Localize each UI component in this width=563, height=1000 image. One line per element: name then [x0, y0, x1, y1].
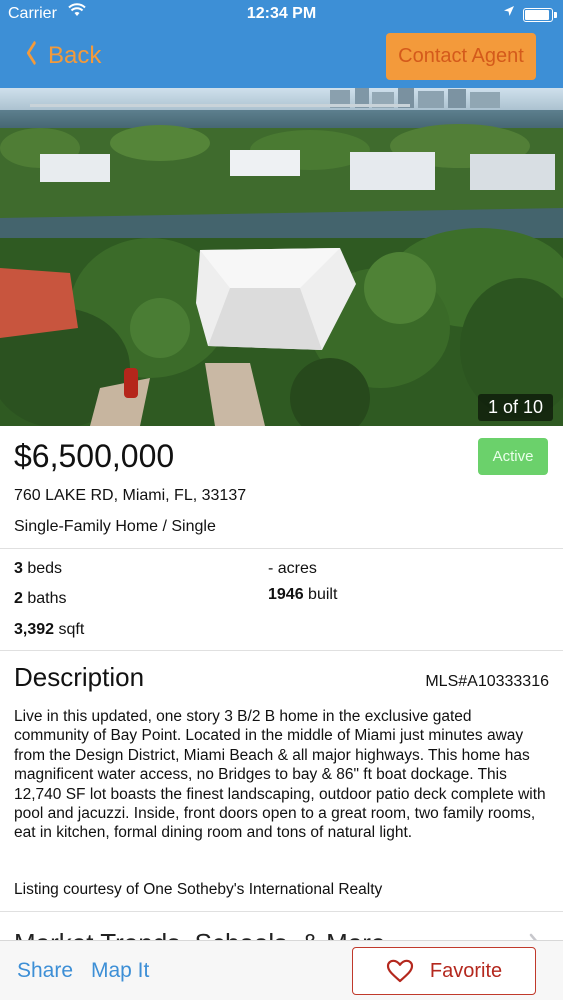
market-trends-row[interactable]: Market Trends, Schools, & More: [0, 912, 563, 942]
heart-outline-icon: [386, 959, 413, 983]
baths-unit: baths: [27, 590, 67, 607]
sqft-fact: 3,392 sqft: [14, 621, 84, 639]
sqft-unit: sqft: [58, 621, 85, 638]
mls-number: MLS#A10333316: [425, 673, 549, 690]
listing-price: $6,500,000: [14, 438, 175, 474]
listing-address: 760 LAKE RD, Miami, FL, 33137: [14, 487, 247, 504]
back-button[interactable]: Back: [24, 38, 101, 74]
share-button[interactable]: Share: [17, 959, 73, 983]
beds-value: 3: [14, 560, 23, 577]
listing-photo[interactable]: 1 of 10: [0, 88, 563, 426]
sqft-value: 3,392: [14, 621, 55, 638]
battery-icon: [523, 8, 557, 22]
map-it-button[interactable]: Map It: [91, 959, 149, 983]
divider: [0, 548, 563, 549]
year-built-fact: 1946 built: [268, 586, 337, 604]
baths-fact: 2 baths: [14, 590, 67, 608]
description-text: Live in this updated, one story 3 B/2 B …: [14, 708, 546, 842]
photo-counter: 1 of 10: [477, 394, 553, 421]
beds-fact: 3 beds: [14, 560, 62, 578]
navigation-bar: Carrier 12:34 PM Back Contact Agent: [0, 0, 563, 88]
location-arrow-icon: [503, 4, 515, 20]
status-time: 12:34 PM: [246, 5, 317, 22]
bottom-toolbar: Share Map It Favorite: [0, 940, 563, 1000]
beds-unit: beds: [27, 560, 63, 577]
chevron-left-icon: [26, 39, 36, 73]
description-heading: Description: [14, 662, 145, 692]
favorite-label: Favorite: [429, 959, 503, 982]
back-label: Back: [48, 42, 102, 69]
listing-courtesy: Listing courtesy of One Sotheby's Intern…: [14, 881, 383, 898]
favorite-button[interactable]: Favorite: [352, 947, 536, 995]
built-unit: built: [308, 586, 338, 603]
acres-fact: - acres: [268, 560, 317, 577]
status-bar: Carrier 12:34 PM: [0, 0, 563, 30]
status-badge: Active: [478, 438, 548, 475]
baths-value: 2: [14, 590, 23, 607]
divider: [0, 650, 563, 651]
built-value: 1946: [268, 586, 304, 603]
contact-agent-button[interactable]: Contact Agent: [386, 33, 536, 80]
property-type: Single-Family Home / Single: [14, 518, 216, 535]
